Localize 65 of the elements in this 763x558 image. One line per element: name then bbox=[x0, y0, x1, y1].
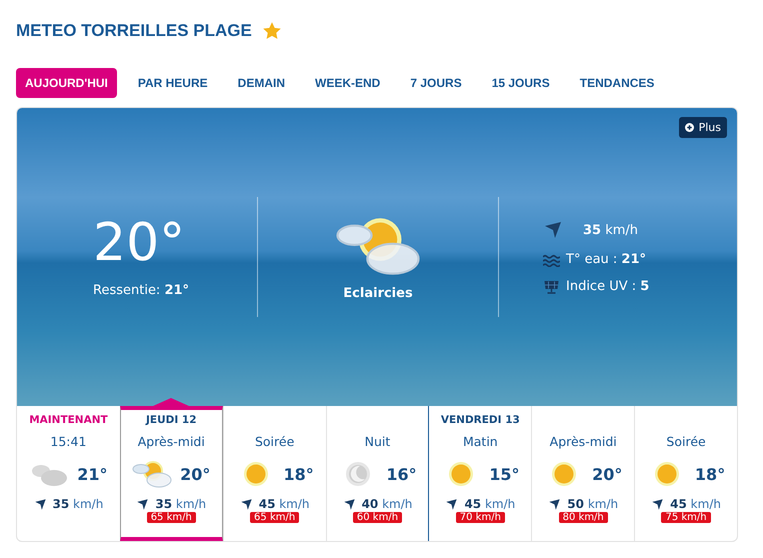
tab[interactable]: TENDANCES bbox=[570, 68, 664, 98]
wind-arrow-icon bbox=[240, 498, 253, 510]
wind-text: 35 km/h bbox=[583, 222, 638, 238]
slot-temperature: 15° bbox=[489, 464, 520, 484]
period-label: 15:41 bbox=[50, 434, 86, 449]
period-label: Soirée bbox=[666, 434, 706, 449]
slot-heading: VENDREDI 13 bbox=[440, 414, 520, 428]
waves-icon bbox=[543, 252, 560, 266]
uv-index-text: Indice UV : 5 bbox=[566, 279, 650, 294]
tab[interactable]: 15 JOURS bbox=[482, 68, 559, 98]
water-temperature-text: T° eau : 21° bbox=[566, 252, 646, 267]
wind-arrow-icon bbox=[342, 498, 356, 510]
gust-badge: 75 km/h bbox=[661, 512, 711, 523]
sun-cloud-icon bbox=[132, 459, 172, 489]
tab[interactable]: PAR HEURE bbox=[128, 68, 217, 98]
slot-temperature: 20° bbox=[180, 464, 210, 484]
wind-speed-text: 50 km/h bbox=[567, 497, 618, 511]
forecast-slot[interactable]: Après-midi 20° 50 km/h 80 km/h bbox=[531, 406, 634, 541]
star-icon[interactable] bbox=[262, 21, 282, 41]
tab[interactable]: 7 JOURS bbox=[401, 68, 471, 98]
wind-speed-text: 40 km/h bbox=[362, 497, 412, 511]
page-title: METEO TORREILLES PLAGE bbox=[16, 21, 252, 41]
wind-speed-text: 45 km/h bbox=[464, 497, 516, 511]
period-label: Après-midi bbox=[550, 434, 617, 449]
period-label: Après-midi bbox=[138, 434, 205, 449]
slot-temperature: 20° bbox=[592, 464, 622, 484]
forecast-slot[interactable]: Soirée 18° 45 km/h 65 km/h bbox=[222, 406, 326, 541]
wind-speed-text: 45 km/h bbox=[258, 497, 310, 511]
selection-pointer bbox=[153, 398, 190, 406]
wind-arrow-icon bbox=[548, 498, 562, 510]
gust-badge: 70 km/h bbox=[456, 512, 505, 523]
slot-temperature: 18° bbox=[694, 464, 726, 484]
plus-icon bbox=[684, 123, 694, 132]
forecast-slot[interactable]: Soirée 18° 45 km/h 75 km/h bbox=[634, 406, 737, 541]
tab[interactable]: DEMAIN bbox=[228, 68, 294, 98]
solar-panel-icon bbox=[543, 280, 560, 294]
period-label: Nuit bbox=[364, 434, 390, 449]
wind-arrow-icon bbox=[34, 498, 47, 510]
gust-badge: 60 km/h bbox=[352, 512, 402, 523]
more-button[interactable]: Plus bbox=[678, 117, 727, 138]
slot-temperature: 18° bbox=[284, 464, 314, 484]
period-label: Soirée bbox=[254, 434, 294, 449]
tab[interactable]: WEEK-END bbox=[306, 68, 390, 98]
wind-arrow-icon bbox=[651, 498, 664, 510]
slot-temperature: 16° bbox=[386, 464, 417, 484]
wind-arrow-icon bbox=[543, 220, 563, 240]
condition-text: Eclaircies bbox=[343, 286, 413, 300]
wind-speed-text: 45 km/h bbox=[670, 497, 721, 511]
tab[interactable]: AUJOURD'HUI bbox=[16, 68, 117, 98]
forecast-slot[interactable]: MAINTENANT 15:41 21° 35 km/h bbox=[17, 406, 120, 541]
current-temperature: 20° bbox=[93, 216, 186, 268]
slot-temperature: 21° bbox=[77, 464, 108, 484]
period-label: Matin bbox=[462, 434, 498, 449]
slot-heading: JEUDI 12 bbox=[146, 414, 197, 428]
wind-speed-text: 35 km/h bbox=[155, 497, 206, 511]
wind-arrow-icon bbox=[136, 498, 150, 510]
gust-badge: 65 km/h bbox=[250, 512, 300, 523]
slot-heading: MAINTENANT bbox=[29, 414, 108, 428]
forecast-slot[interactable]: VENDREDI 13 Matin 15° 45 km/h 70 km/h bbox=[428, 406, 532, 541]
feels-like-text: Ressentie: 21° bbox=[93, 282, 190, 298]
wind-arrow-icon bbox=[445, 498, 458, 510]
gust-badge: 80 km/h bbox=[558, 512, 608, 523]
wind-speed-text: 35 km/h bbox=[52, 497, 104, 511]
gust-badge: 65 km/h bbox=[146, 512, 196, 523]
forecast-slot[interactable]: Nuit 16° 40 km/h 60 km/h bbox=[326, 406, 428, 541]
